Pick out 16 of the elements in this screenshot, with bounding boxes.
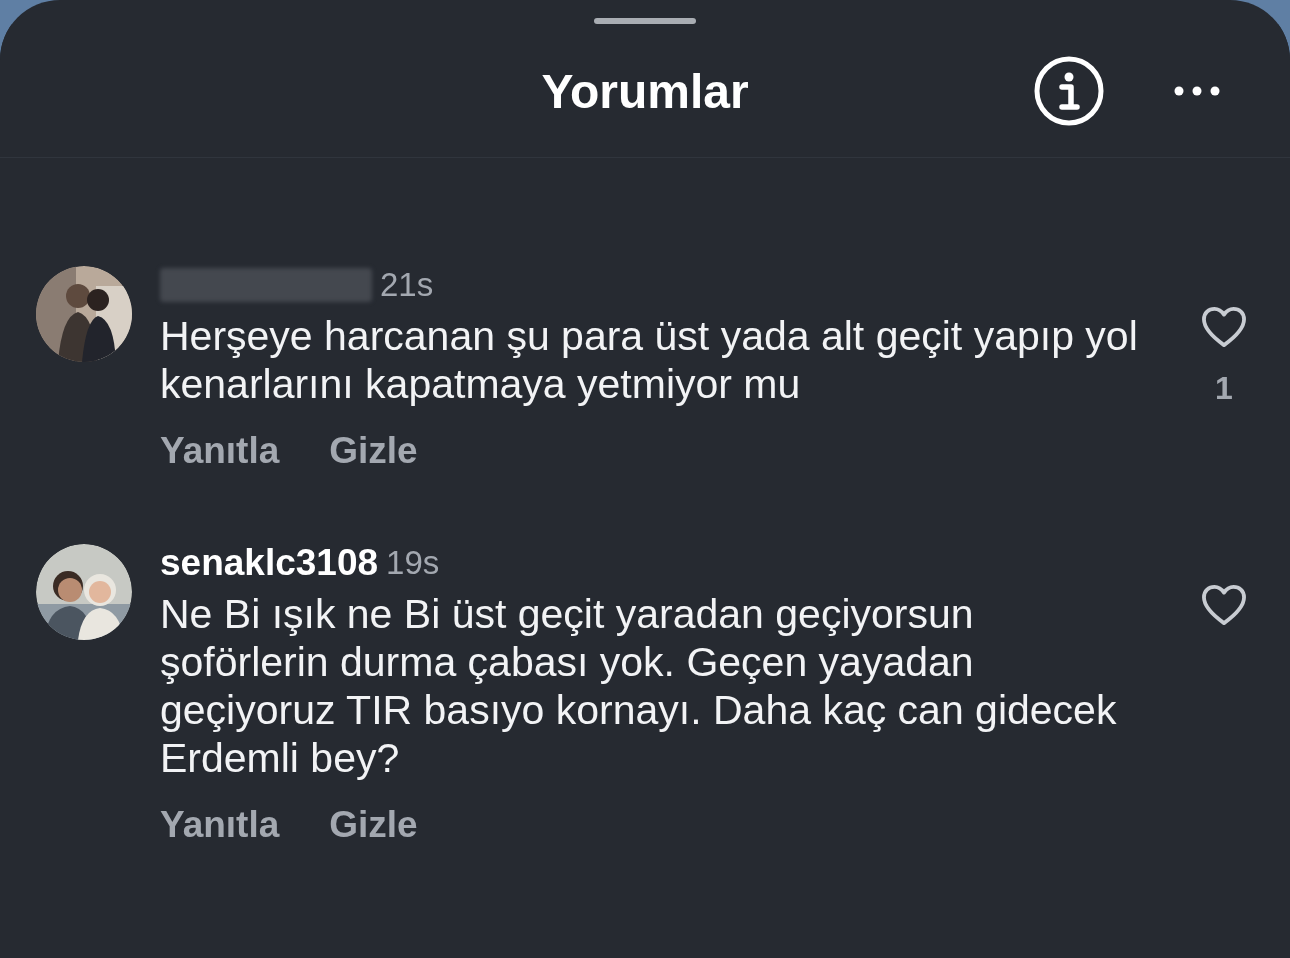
comment-text: Ne Bi ışık ne Bi üst geçit yaradan geçiyorsun şoförlerin durma çabası yok. Geçen yayadan geçiyoruz TIR basıyo kornayı. Daha kaç can gidecek Erdemli bey? [160,590,1118,782]
action-link[interactable]: Yanıtla [160,804,280,846]
comment-text: Herşeye harcanan şu para üst yada alt geçit yapıp yol kenarlarını kapatmaya yetmiyor mu [160,312,1139,408]
like-count: 1 [1215,370,1233,407]
username[interactable]: senaklc3108 [160,542,379,584]
action-link[interactable]: Gizle [329,804,418,846]
action-link[interactable]: Gizle [329,430,418,472]
timestamp: 21s [380,266,434,304]
heart-icon[interactable] [1201,584,1247,626]
more-icon[interactable] [1174,85,1220,96]
timestamp: 19s [386,544,440,582]
drag-handle[interactable] [594,18,696,24]
heart-icon[interactable] [1201,306,1247,348]
sheet-title: Yorumlar [541,64,749,119]
action-link[interactable]: Yanıtla [160,430,280,472]
info-icon[interactable] [1034,55,1104,126]
